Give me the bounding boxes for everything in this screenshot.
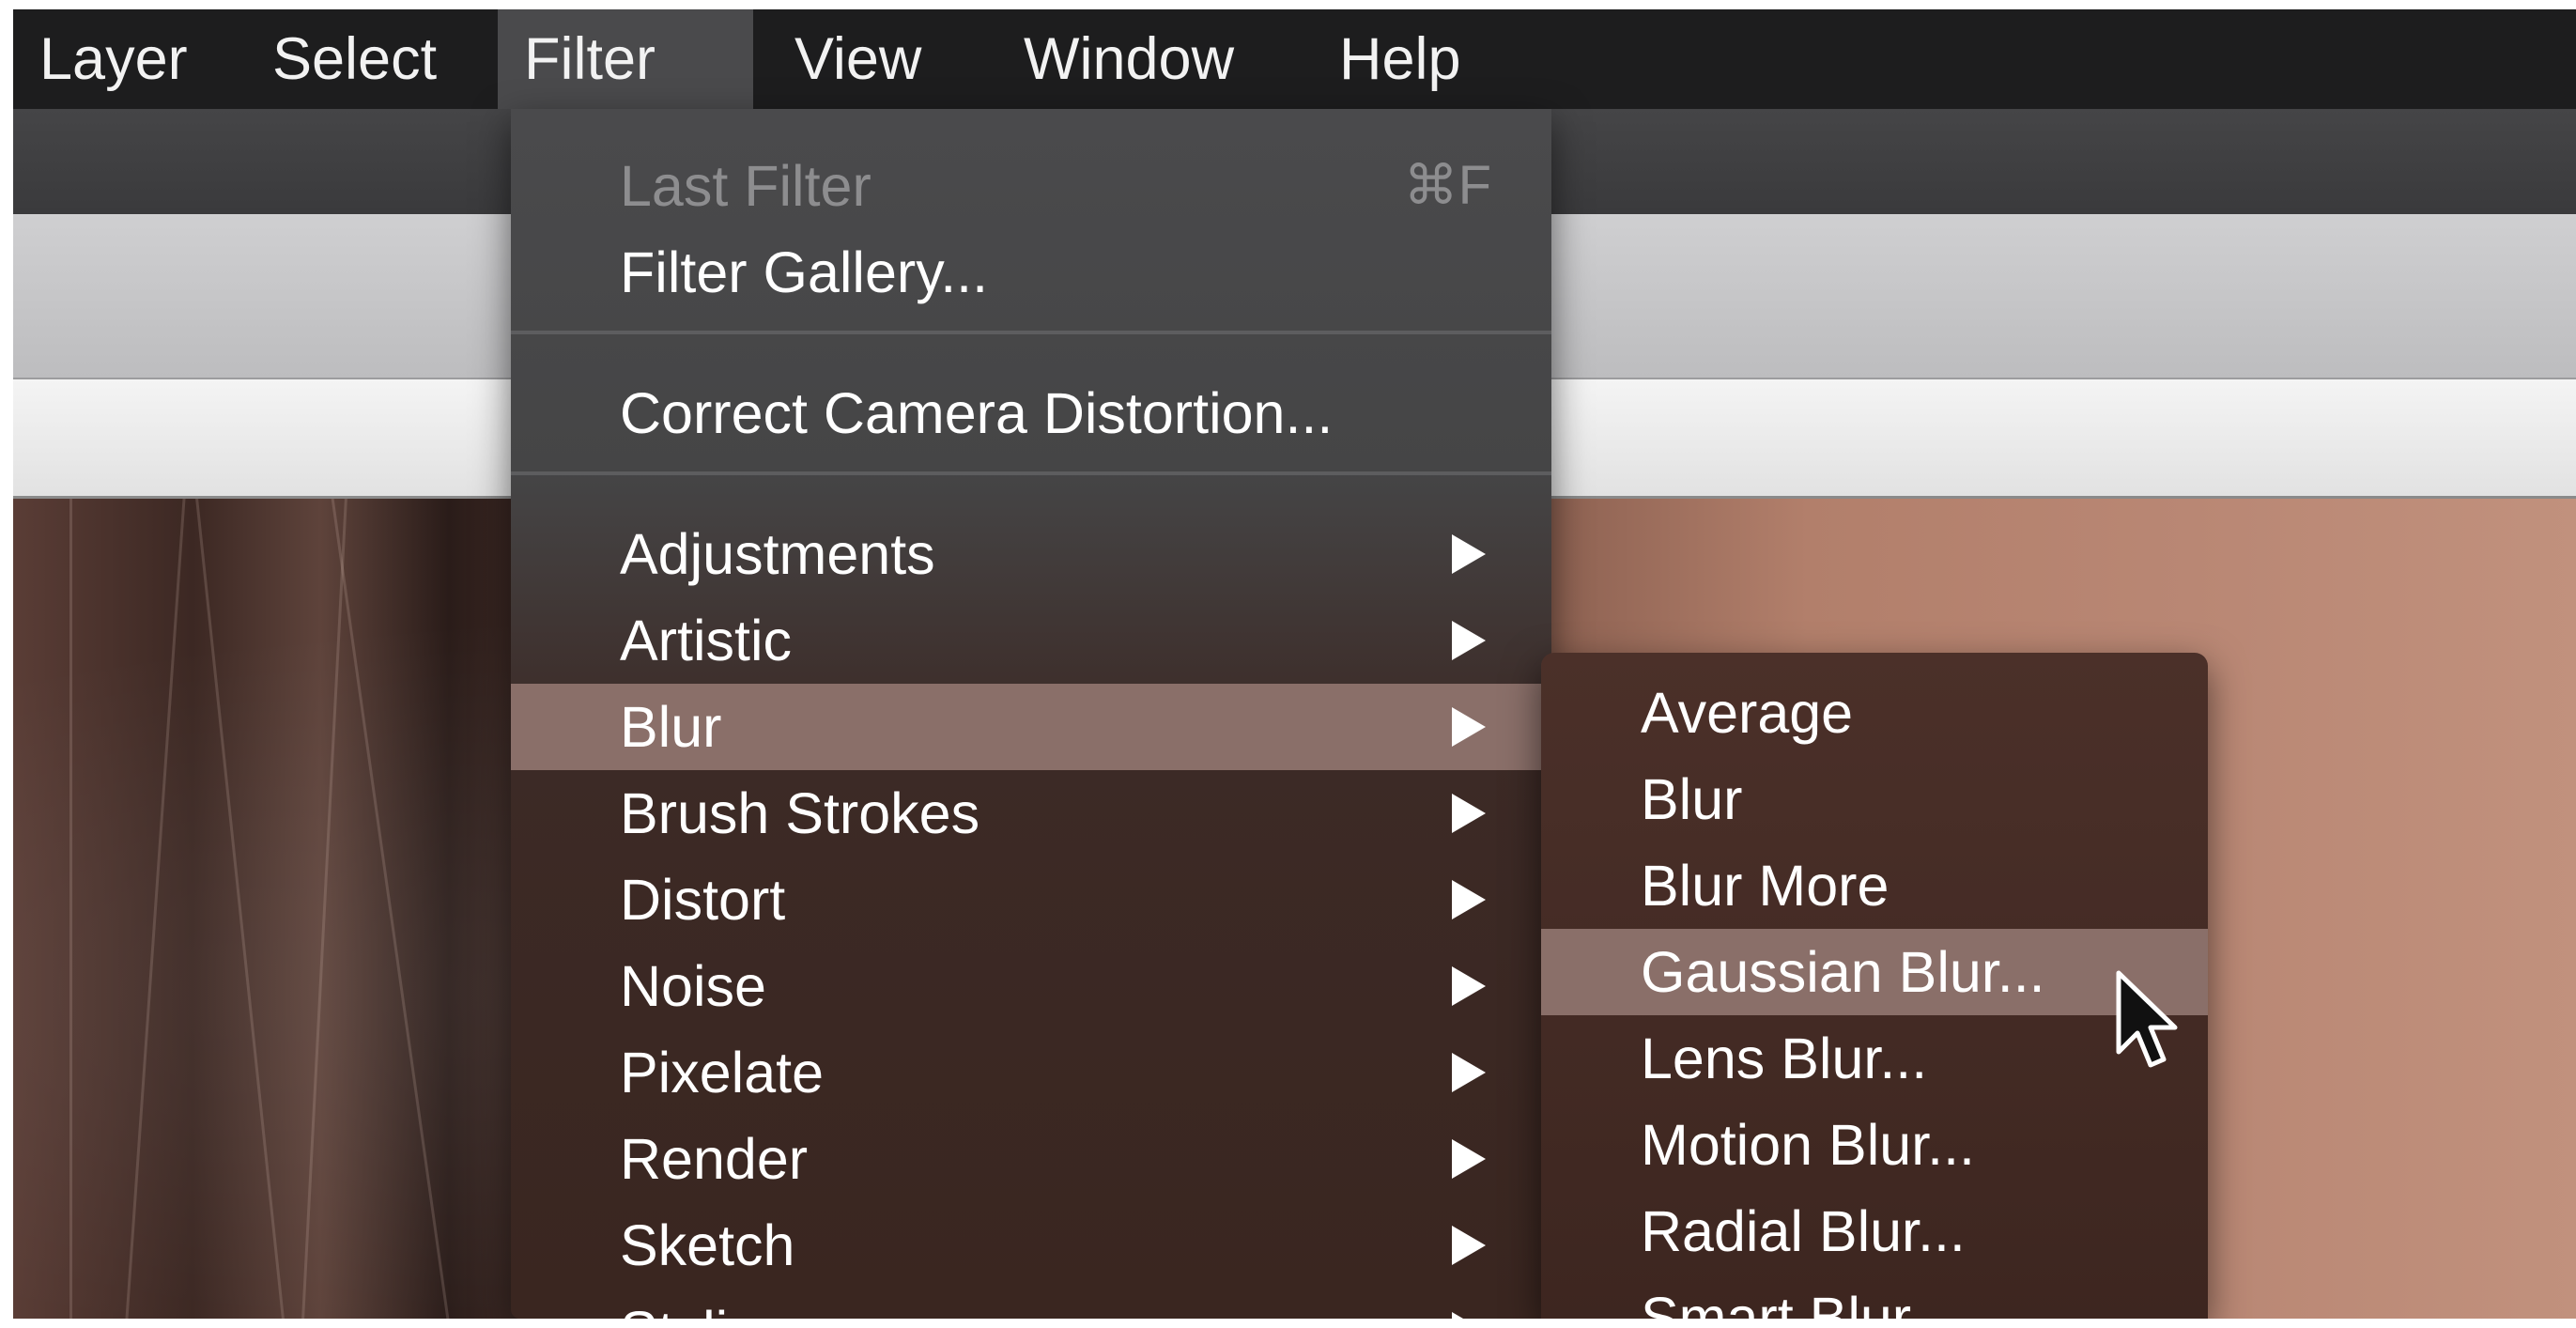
menu-help[interactable]: Help [1313,9,1488,109]
texture-line [195,499,285,1319]
submenu-arrow-icon [1452,621,1486,660]
menu-item-sketch[interactable]: Sketch [511,1202,1551,1289]
submenu-arrow-icon [1452,794,1486,833]
texture-line [69,499,72,1319]
mouse-pointer-icon [2116,970,2178,1068]
texture-line [331,499,450,1319]
menu-bar: Layer Select Filter View Window Help [13,9,2576,109]
menu-item-render[interactable]: Render [511,1116,1551,1202]
menu-item-correct-camera-distortion[interactable]: Correct Camera Distortion... [511,370,1551,456]
menu-item-blur-more[interactable]: Blur More [1541,842,2208,929]
submenu-arrow-icon [1452,1312,1486,1319]
submenu-arrow-icon [1452,707,1486,747]
menu-item-filter-gallery[interactable]: Filter Gallery... [511,229,1551,316]
menu-window[interactable]: Window [997,9,1260,109]
menu-item-noise[interactable]: Noise [511,943,1551,1029]
command-key-shortcut: ⌘F [1403,155,1491,216]
menu-separator [511,471,1551,475]
menu-item-blur[interactable]: Blur [511,684,1551,770]
menu-item-brush-strokes[interactable]: Brush Strokes [511,770,1551,857]
submenu-arrow-icon [1452,1226,1486,1265]
menu-separator [511,331,1551,334]
texture-line [125,499,186,1319]
submenu-arrow-icon [1452,1139,1486,1179]
menu-view[interactable]: View [768,9,948,109]
menu-layer[interactable]: Layer [13,9,214,109]
menu-item-motion-blur[interactable]: Motion Blur... [1541,1102,2208,1188]
submenu-arrow-icon [1452,534,1486,574]
menu-item-average[interactable]: Average [1541,670,2208,756]
menu-item-gaussian-blur[interactable]: Gaussian Blur... [1541,929,2208,1015]
menu-item-artistic[interactable]: Artistic [511,597,1551,684]
filter-menu: Last Filter ⌘F Filter Gallery... Correct… [511,109,1551,1319]
menu-item-last-filter: Last Filter ⌘F [511,143,1551,229]
menu-item-distort[interactable]: Distort [511,857,1551,943]
menu-item-lens-blur[interactable]: Lens Blur... [1541,1015,2208,1102]
menu-item-radial-blur[interactable]: Radial Blur... [1541,1188,2208,1274]
submenu-arrow-icon [1452,880,1486,919]
menu-item-stylize[interactable]: Stylize [511,1289,1551,1319]
submenu-arrow-icon [1452,966,1486,1006]
menu-item-adjustments[interactable]: Adjustments [511,511,1551,597]
menu-item-smart-blur[interactable]: Smart Blur... [1541,1274,2208,1319]
menu-select[interactable]: Select [246,9,463,109]
app-window: Layer Select Filter View Window Help Las… [13,9,2576,1319]
submenu-arrow-icon [1452,1053,1486,1092]
menu-item-pixelate[interactable]: Pixelate [511,1029,1551,1116]
menu-filter[interactable]: Filter [498,9,753,109]
menu-item-blur-simple[interactable]: Blur [1541,756,2208,842]
texture-line [301,499,347,1319]
blur-submenu: Average Blur Blur More Gaussian Blur... … [1541,653,2208,1319]
